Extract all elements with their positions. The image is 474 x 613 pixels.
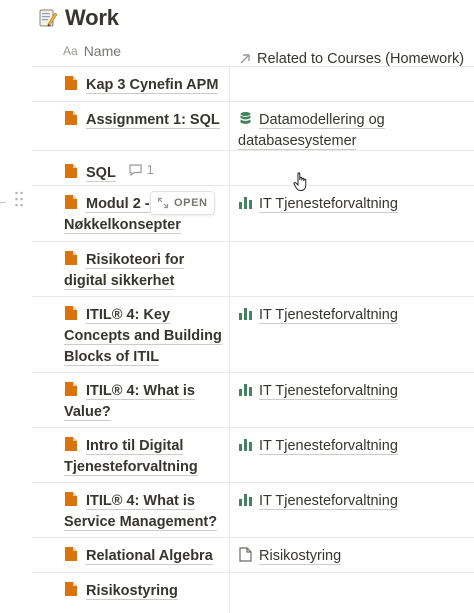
chart-icon: [239, 197, 252, 209]
related-cell[interactable]: IT Tjenesteforvaltning: [230, 428, 474, 482]
name-cell[interactable]: ITIL® 4: Key Concepts and Building Block…: [32, 297, 230, 372]
related-link[interactable]: IT Tjenesteforvaltning: [238, 491, 466, 512]
text-property-icon: Aa: [63, 44, 78, 58]
memo-icon: [37, 7, 59, 29]
related-link[interactable]: IT Tjenesteforvaltning: [238, 436, 466, 457]
page-icon: [65, 111, 77, 125]
page-icon: [65, 492, 77, 506]
relation-arrow-icon: [239, 53, 251, 65]
page-icon: [65, 547, 77, 561]
table-row[interactable]: Intro til Digital Tjenesteforvaltning IT…: [32, 428, 474, 483]
related-link[interactable]: Datamodellering og databasesystemer: [238, 110, 466, 152]
column-header-name-label: Name: [83, 43, 122, 59]
related-link[interactable]: IT Tjenesteforvaltning: [238, 305, 466, 326]
table-row[interactable]: Risikoteori for digital sikkerhet: [32, 242, 474, 297]
database-icon: [240, 112, 251, 124]
related-cell[interactable]: [230, 67, 474, 101]
table-row[interactable]: Relational Algebra Risikostyring: [32, 538, 474, 573]
name-cell[interactable]: ITIL® 4: What is Value?: [32, 373, 230, 427]
related-cell[interactable]: IT Tjenesteforvaltning: [230, 373, 474, 427]
row-hover-line: [0, 202, 6, 203]
name-cell[interactable]: Relational Algebra: [32, 538, 230, 572]
page-outline-icon: [239, 547, 252, 562]
table-row[interactable]: ITIL® 4: What is Service Management? IT …: [32, 483, 474, 538]
page-title-row: Work: [37, 3, 119, 33]
page-link[interactable]: Risikoteori for digital sikkerhet: [64, 250, 226, 292]
page-icon: [65, 582, 77, 596]
table-row[interactable]: ITIL® 4: What is Value? IT Tjenesteforva…: [32, 373, 474, 428]
page-link[interactable]: Risikostyring: [64, 581, 226, 602]
table-row[interactable]: Risikostyring: [32, 573, 474, 613]
related-link[interactable]: IT Tjenesteforvaltning: [238, 194, 466, 215]
chart-icon: [239, 494, 252, 506]
name-cell[interactable]: Risikoteori for digital sikkerhet: [32, 242, 230, 296]
related-cell[interactable]: IT Tjenesteforvaltning: [230, 297, 474, 372]
page-icon: [65, 306, 77, 320]
page-icon: [65, 163, 77, 178]
page-icon: [65, 195, 77, 209]
hand-cursor-icon: [293, 172, 309, 192]
open-page-button[interactable]: OPEN: [150, 191, 215, 215]
table-row[interactable]: ITIL® 4: Key Concepts and Building Block…: [32, 297, 474, 373]
related-cell[interactable]: Risikostyring: [230, 538, 474, 572]
page-link[interactable]: Intro til Digital Tjenesteforvaltning: [64, 436, 226, 478]
related-link[interactable]: IT Tjenesteforvaltning: [238, 381, 466, 402]
page-link[interactable]: Assignment 1: SQL: [64, 110, 226, 131]
expand-icon: [157, 197, 169, 209]
page-icon: [65, 251, 77, 265]
name-cell[interactable]: Kap 3 Cynefin APM: [32, 67, 230, 101]
page-icon: [65, 437, 77, 451]
open-label: OPEN: [174, 197, 208, 209]
page-link[interactable]: ITIL® 4: What is Service Management?: [64, 491, 226, 533]
page-link[interactable]: ITIL® 4: What is Value?: [64, 381, 226, 423]
related-cell[interactable]: IT Tjenesteforvaltning: [230, 483, 474, 537]
page-link[interactable]: Relational Algebra: [64, 546, 226, 567]
related-link[interactable]: Risikostyring: [238, 546, 466, 567]
page-icon: [65, 382, 77, 396]
comment-icon: [128, 163, 142, 176]
comment-count[interactable]: 1: [128, 159, 154, 180]
column-header-name[interactable]: Aa Name: [63, 36, 121, 66]
page-title: Work: [65, 5, 119, 30]
name-cell[interactable]: Modul 2 - Nøkkelkonsepter OPEN: [32, 186, 230, 241]
table-row[interactable]: Kap 3 Cynefin APM: [32, 67, 474, 102]
related-cell[interactable]: [230, 573, 474, 613]
chart-icon: [239, 439, 252, 451]
drag-handle-icon[interactable]: [14, 190, 24, 208]
chart-icon: [239, 308, 252, 320]
table-row[interactable]: SQL 1: [32, 151, 474, 186]
related-cell[interactable]: [230, 242, 474, 296]
page-icon: [65, 76, 77, 90]
table-row[interactable]: Assignment 1: SQL Datamodellering og dat…: [32, 102, 474, 151]
name-cell[interactable]: Risikostyring: [32, 573, 230, 613]
table-header: Aa Name Related to Courses (Homework): [32, 36, 474, 67]
name-cell[interactable]: Intro til Digital Tjenesteforvaltning: [32, 428, 230, 482]
page-link[interactable]: ITIL® 4: Key Concepts and Building Block…: [64, 305, 226, 368]
name-cell[interactable]: Assignment 1: SQL: [32, 102, 230, 150]
name-cell[interactable]: ITIL® 4: What is Service Management?: [32, 483, 230, 537]
related-cell[interactable]: IT Tjenesteforvaltning: [230, 186, 474, 241]
name-cell[interactable]: SQL 1: [32, 151, 230, 185]
page-link[interactable]: Kap 3 Cynefin APM: [64, 75, 226, 96]
page-link[interactable]: SQL 1: [64, 159, 226, 184]
table-row[interactable]: Modul 2 - Nøkkelkonsepter OPEN IT Tjenes…: [32, 186, 474, 242]
chart-icon: [239, 384, 252, 396]
related-cell[interactable]: [230, 151, 474, 185]
related-cell[interactable]: Datamodellering og databasesystemer: [230, 102, 474, 150]
